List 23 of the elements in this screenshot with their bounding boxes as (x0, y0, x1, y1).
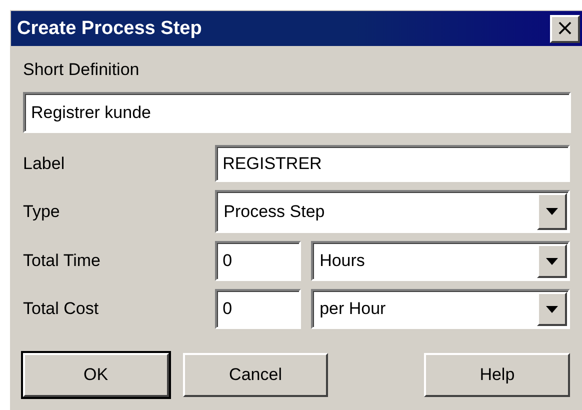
field-label: Type (23, 202, 60, 220)
dialog-button[interactable]: Help (424, 353, 570, 397)
window-title: Create Process Step (17, 18, 202, 40)
caret-icon (546, 208, 558, 215)
input-field[interactable]: Registrer kunde (23, 92, 571, 133)
caret-icon (546, 258, 558, 264)
field-label: Short Definition (23, 60, 140, 80)
field-label: Total Cost (23, 299, 99, 318)
input-field[interactable]: 0 (214, 289, 301, 329)
dialog-button[interactable]: Cancel (182, 353, 328, 397)
dropdown[interactable]: Process Step (214, 190, 570, 233)
field-label: Label (23, 154, 65, 172)
dropdown-button[interactable] (537, 292, 568, 326)
dropdown[interactable]: per Hour (310, 289, 570, 329)
input-field[interactable]: 0 (214, 241, 301, 281)
input-field[interactable]: REGISTRER (214, 145, 570, 182)
default-button[interactable]: OK (23, 353, 169, 397)
dropdown-button[interactable] (537, 193, 567, 230)
caret-icon (546, 306, 558, 312)
field-label: Total Time (23, 251, 100, 270)
close-button[interactable]: × (550, 14, 580, 42)
dropdown-button[interactable] (537, 244, 568, 278)
dropdown[interactable]: Hours (310, 241, 570, 281)
